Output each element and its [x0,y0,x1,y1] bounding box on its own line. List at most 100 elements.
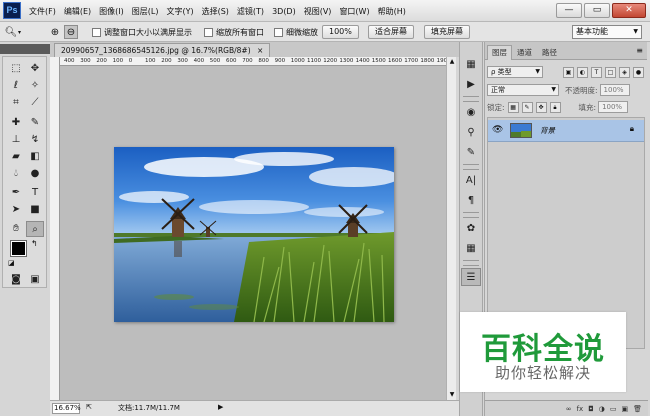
lock-position-icon[interactable]: ✥ [535,101,547,113]
zoom-in-mode[interactable]: ⊕ [48,25,62,39]
magic-wand-tool-icon[interactable]: ✧ [26,78,44,94]
zoom-out-mode[interactable]: ⊖ [64,25,78,39]
close-tab-icon[interactable]: × [257,46,263,55]
fill-field[interactable]: 100% [598,101,629,113]
scrubby-zoom-checkbox[interactable] [274,27,283,37]
minimize-button[interactable]: — [556,3,582,18]
styles-panel-icon[interactable]: ✿ [461,220,481,238]
kind-filter-select[interactable]: ρ 类型 ▼ [487,66,543,78]
crop-tool-icon[interactable]: ⌗ [7,95,25,111]
pixel-filter-icon[interactable]: ▣ [563,66,574,78]
add-mask-icon[interactable]: ◘ [588,405,594,413]
zoom-level-field[interactable]: 16.67% [52,403,81,414]
export-icon[interactable]: ⇱ [86,403,92,411]
zoom-all-checkbox[interactable] [204,27,213,37]
new-group-icon[interactable]: ▭ [610,405,617,413]
tab-paths[interactable]: 路径 [537,45,562,60]
menu-3d[interactable]: 3D(D) [269,7,299,16]
menu-file[interactable]: 文件(F) [26,6,59,17]
scroll-up-icon[interactable]: ▲ [448,58,456,66]
filter-toggle-icon[interactable]: ● [633,66,644,78]
gradient-tool-icon[interactable]: ◧ [26,149,44,165]
path-selection-tool-icon[interactable]: ➤ [7,202,25,218]
swap-colors-icon[interactable]: ↰ [31,239,38,248]
type-tool-icon[interactable]: T [26,185,44,201]
swatches-panel-icon[interactable]: ▦ [461,240,481,258]
adjustments-panel-icon[interactable]: ⚲ [461,124,481,142]
close-button[interactable]: ✕ [612,3,646,18]
history-panel-icon[interactable]: ▦ [461,56,481,74]
foreground-color-swatch[interactable] [10,240,27,257]
zoom-all-option[interactable]: 缩放所有窗口 [204,25,264,39]
fx-icon[interactable]: fx [577,405,584,413]
layer-name[interactable]: 背景 [540,125,555,136]
tab-layers[interactable]: 图层 [487,45,512,60]
menu-filter[interactable]: 滤镜(T) [234,6,267,17]
quick-mask-icon[interactable]: ◙ [7,272,25,288]
hand-tool-icon[interactable]: ✋︎ [7,221,25,237]
menu-edit[interactable]: 编辑(E) [61,6,94,17]
shape-filter-icon[interactable]: □ [605,66,616,78]
delete-layer-icon[interactable]: 🗑︎ [633,405,642,413]
lock-transparency-icon[interactable]: ▦ [507,101,519,113]
new-layer-icon[interactable]: ▣ [621,405,628,413]
fill-screen-button[interactable]: 填充屏幕 [424,25,470,39]
eraser-tool-icon[interactable]: ▰ [7,149,25,165]
menu-window[interactable]: 窗口(W) [336,6,372,17]
color-panel-icon[interactable]: ◉ [461,104,481,122]
actual-pixels-button[interactable]: 100% [322,25,359,39]
zoom-tool-preset[interactable]: 🔍︎ ▾ [4,25,21,39]
fit-screen-button[interactable]: 适合屏幕 [368,25,414,39]
pen-tool-icon[interactable]: ✒ [7,185,25,201]
character-panel-icon[interactable]: A| [461,172,481,190]
scroll-down-icon[interactable]: ▼ [448,391,456,399]
workspace-select[interactable]: 基本功能 ▼ [572,25,642,39]
clone-stamp-tool-icon[interactable]: ⊥ [7,132,25,148]
windmill-photo[interactable] [114,147,394,322]
move-tool-icon[interactable]: ✥ [26,61,44,77]
opacity-field[interactable]: 100% [599,84,630,96]
menu-image[interactable]: 图像(I) [96,6,127,17]
brush-panel-icon[interactable]: ✎ [461,144,481,162]
menu-layer[interactable]: 图层(L) [129,6,162,17]
eyedropper-tool-icon[interactable]: ⟋ [26,95,44,111]
layer-row-background[interactable]: 👁︎ 背景 🔒︎ [488,120,644,142]
adjustment-filter-icon[interactable]: ◐ [577,66,588,78]
resize-windows-option[interactable]: 调整窗口大小以满屏显示 [92,25,192,39]
canvas-area[interactable] [60,66,446,400]
type-filter-icon[interactable]: T [591,66,602,78]
link-layers-icon[interactable]: ∞ [566,405,572,413]
screen-mode-icon[interactable]: ▣ [26,272,44,288]
dock-collapse-icon[interactable] [460,42,482,56]
rectangle-tool-icon[interactable]: ■ [26,202,44,218]
default-colors-icon[interactable]: ◪ [8,259,15,267]
menu-help[interactable]: 帮助(H) [375,6,409,17]
visibility-eye-icon[interactable]: 👁︎ [492,125,503,135]
lasso-tool-icon[interactable]: ℓ [7,78,25,94]
restore-button[interactable]: ▭ [584,3,610,18]
menu-select[interactable]: 选择(S) [199,6,232,17]
history-brush-tool-icon[interactable]: ↯ [26,132,44,148]
adjustment-layer-icon[interactable]: ◑ [599,405,605,413]
menu-view[interactable]: 视图(V) [301,6,335,17]
brush-tool-icon[interactable]: ✎ [26,115,44,131]
scrubby-zoom-option[interactable]: 细微缩放 [274,25,318,39]
menu-type[interactable]: 文字(Y) [163,6,196,17]
resize-windows-checkbox[interactable] [92,27,101,37]
zoom-tool-icon[interactable]: ⌕ [26,221,44,237]
lock-all-icon[interactable]: 🔒︎ [549,101,561,113]
blend-mode-select[interactable]: 正常 ▼ [487,84,559,96]
status-menu-icon[interactable]: ▶ [218,403,223,411]
smart-object-filter-icon[interactable]: ◈ [619,66,630,78]
dodge-tool-icon[interactable]: ● [26,166,44,182]
tab-channels[interactable]: 通道 [512,45,537,60]
lock-pixels-icon[interactable]: ✎ [521,101,533,113]
blur-tool-icon[interactable]: 💧︎ [7,166,25,182]
document-tab[interactable]: 20990657_1368686545126.jpg @ 16.7%(RGB/8… [54,43,271,57]
healing-brush-tool-icon[interactable]: ✚ [7,115,25,131]
actions-panel-icon[interactable]: ▶ [461,76,481,94]
panel-menu-icon[interactable]: ≡ [636,46,643,55]
vertical-scrollbar[interactable]: ▲ ▼ [446,57,456,400]
layers-panel-icon[interactable]: ☰ [461,268,481,286]
marquee-tool-icon[interactable]: ⬚ [7,61,25,77]
